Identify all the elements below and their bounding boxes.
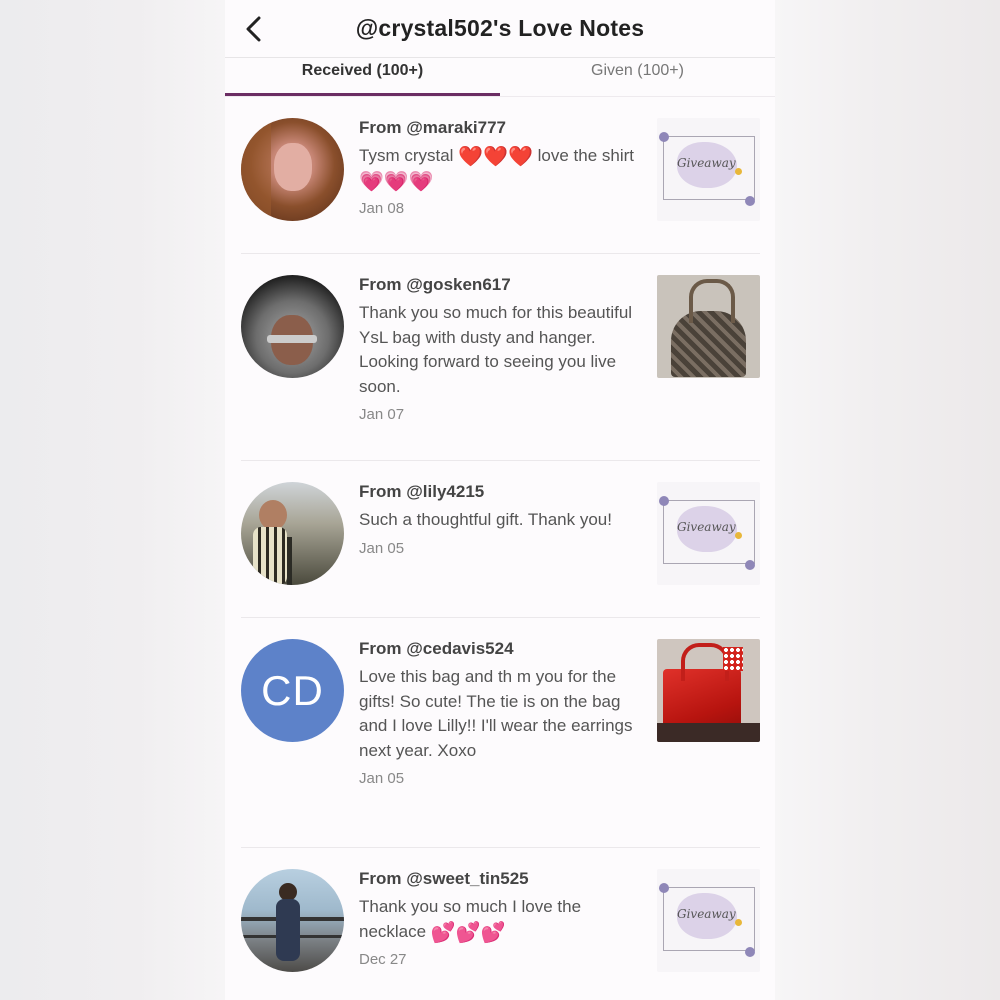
flower-icon [745, 560, 755, 570]
flower-icon [745, 947, 755, 957]
flower-icon [659, 496, 669, 506]
tab-received[interactable]: Received (100+) [225, 58, 500, 96]
note-body: From @sweet_tin525 Thank you so much I l… [359, 869, 657, 1000]
avatar-body [276, 899, 300, 961]
note-date: Jan 08 [359, 200, 405, 217]
note-sender[interactable]: From @maraki777 [359, 118, 657, 138]
flower-icon [659, 883, 669, 893]
note-body: From @maraki777 Tysm crystal ❤️❤️❤️ love… [359, 118, 657, 253]
note-sender[interactable]: From @lily4215 [359, 482, 657, 502]
list-item[interactable]: From @lily4215 Such a thoughtful gift. T… [241, 461, 760, 618]
chevron-left-icon [246, 16, 261, 42]
note-date: Dec 27 [359, 951, 407, 968]
flower-icon [745, 196, 755, 206]
avatar-face [259, 500, 287, 530]
flower-icon [735, 532, 742, 539]
giveaway-text: Giveaway [677, 907, 736, 921]
love-notes-list: From @maraki777 Tysm crystal ❤️❤️❤️ love… [225, 97, 775, 1000]
note-body: From @lily4215 Such a thoughtful gift. T… [359, 482, 657, 617]
table-surface [657, 723, 760, 742]
list-item[interactable]: CD From @cedavis524 Love this bag and th… [241, 618, 760, 848]
avatar[interactable] [241, 118, 344, 221]
top-bar: @crystal502's Love Notes [225, 0, 775, 58]
item-thumbnail[interactable]: Giveaway [657, 869, 760, 972]
note-message: Love this bag and th m you for the gifts… [359, 667, 633, 760]
avatar-glasses [267, 335, 317, 343]
item-thumbnail[interactable]: Giveaway [657, 118, 760, 221]
item-thumbnail[interactable]: Giveaway [657, 482, 760, 585]
list-item[interactable]: From @sweet_tin525 Thank you so much I l… [241, 848, 760, 1000]
note-message: Thank you so much I love the necklace 💕💕… [359, 895, 657, 944]
giveaway-text: Giveaway [677, 156, 736, 170]
avatar[interactable] [241, 869, 344, 972]
note-message: Tysm crystal ❤️❤️❤️ love the shirt 💗💗💗 [359, 144, 657, 193]
avatar[interactable]: CD [241, 639, 344, 742]
tab-bar: Received (100+) Given (100+) [225, 58, 775, 97]
two-hearts-icons: 💕💕💕 [430, 921, 506, 944]
avatar-hair [241, 118, 271, 221]
page-title: @crystal502's Love Notes [355, 15, 645, 41]
giveaway-text: Giveaway [677, 520, 736, 534]
flower-icon [735, 168, 742, 175]
background-right [775, 0, 1000, 1000]
note-message: Such a thoughtful gift. Thank you! [359, 510, 612, 529]
message-text: love the shirt [532, 146, 634, 165]
list-item[interactable]: From @maraki777 Tysm crystal ❤️❤️❤️ love… [241, 97, 760, 254]
app-screen: @crystal502's Love Notes Received (100+)… [225, 0, 775, 1000]
message-text: Tysm crystal [359, 146, 459, 165]
pink-heart-icons: 💗💗💗 [359, 170, 434, 193]
note-date: Jan 07 [359, 406, 405, 423]
avatar[interactable] [241, 275, 344, 378]
note-sender[interactable]: From @gosken617 [359, 275, 657, 295]
note-sender[interactable]: From @sweet_tin525 [359, 869, 657, 889]
back-button[interactable] [237, 12, 271, 46]
note-body: From @cedavis524 Love this bag and th m … [359, 639, 657, 847]
flower-icon [659, 132, 669, 142]
background-left [0, 0, 225, 1000]
bag-handle [681, 643, 729, 681]
red-heart-icons: ❤️❤️❤️ [458, 146, 533, 168]
note-date: Jan 05 [359, 539, 405, 557]
avatar-face [274, 143, 312, 191]
avatar-tree [287, 537, 292, 585]
list-item[interactable]: From @gosken617 Thank you so much for th… [241, 254, 760, 461]
item-thumbnail[interactable] [657, 275, 760, 378]
note-date: Jan 05 [359, 770, 405, 787]
bag-handle [689, 279, 735, 323]
tab-given[interactable]: Given (100+) [500, 58, 775, 96]
flower-icon [735, 919, 742, 926]
avatar-dress [253, 527, 287, 585]
bag-bow [723, 647, 743, 671]
note-body: From @gosken617 Thank you so much for th… [359, 275, 657, 460]
note-sender[interactable]: From @cedavis524 [359, 639, 657, 659]
avatar[interactable] [241, 482, 344, 585]
note-message: Thank you so much for this beautiful YsL… [359, 303, 633, 396]
item-thumbnail[interactable] [657, 639, 760, 742]
